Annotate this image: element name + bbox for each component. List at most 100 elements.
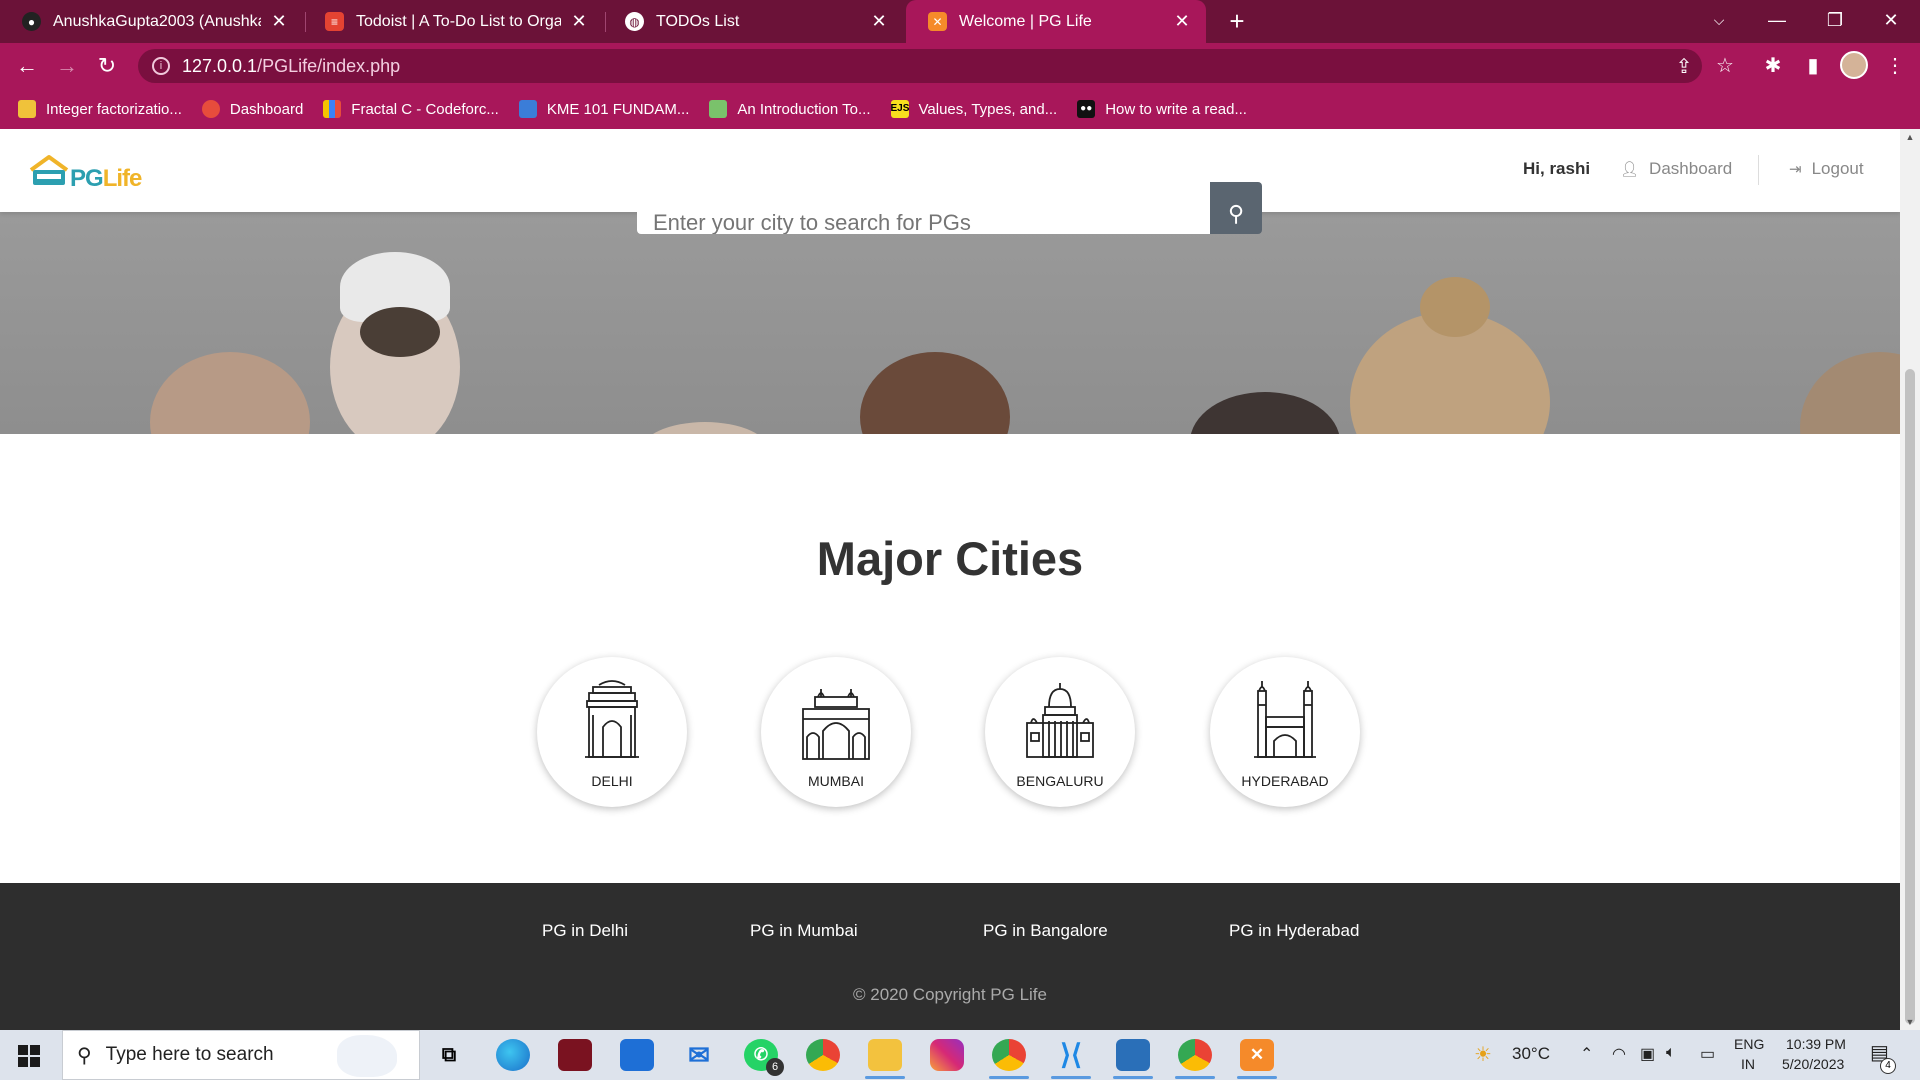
bookmark-label: Values, Types, and... [918,100,1058,118]
browser-tab-pglife[interactable]: ✕ Welcome | PG Life ✕ [906,0,1206,43]
classroom-icon [518,100,537,118]
bookmark-label: An Introduction To... [737,100,871,118]
vscode-icon[interactable]: ⟩⟨ [1054,1039,1088,1071]
browser-menu-icon[interactable]: ⋮ [1880,51,1910,81]
chrome-active-icon[interactable] [1178,1039,1212,1071]
copyright-text: © 2020 Copyright PG Life [853,985,1047,1004]
bookmark-item[interactable]: EJS Values, Types, and... [890,100,1058,118]
show-hidden-icons-chevron-icon[interactable]: ⌃ [1580,1044,1593,1064]
bookmark-star-icon[interactable]: ☆ [1710,51,1740,81]
footer-link-bangalore[interactable]: PG in Bangalore [983,921,1108,941]
scroll-down-arrow-icon[interactable]: ▼ [1900,1014,1920,1030]
footer-link-hyderabad[interactable]: PG in Hyderabad [1229,921,1359,941]
new-tab-button[interactable]: + [1222,6,1252,36]
running-indicator [1113,1076,1153,1079]
photos-icon[interactable] [1116,1039,1150,1071]
browser-tab-todos[interactable]: ◍ TODOs List ✕ [603,0,903,43]
terminal-app-icon[interactable] [558,1039,592,1071]
city-card-hyderabad[interactable]: HYDERABAD [1210,657,1360,807]
browser-tab-github[interactable]: ● AnushkaGupta2003 (Anushka Gu ✕ [0,0,303,43]
pglife-logo[interactable]: PGLife [28,153,148,193]
search-icon: ⚲ [77,1044,92,1067]
mail-icon[interactable]: ✉ [682,1039,716,1071]
forward-arrow-icon[interactable]: → [52,51,82,81]
banner-person [1190,392,1340,434]
share-icon[interactable]: ⇪ [1672,54,1696,78]
clock-time[interactable]: 10:39 PM [1786,1036,1846,1052]
user-greeting: Hi, rashi [1523,159,1591,178]
windows-taskbar: ⚲ Type here to search ⧉ ✉ ✆ 6 ⟩⟨ ✕ ☀ 30°… [0,1030,1920,1080]
site-info-icon[interactable]: i [152,57,170,75]
battery-icon[interactable]: ▭ [1700,1044,1715,1064]
bookmark-label: Dashboard [229,100,304,118]
bookmark-item[interactable]: Dashboard [201,100,304,118]
file-explorer-icon[interactable] [868,1039,902,1071]
bookmark-item[interactable]: Fractal C - Codeforc... [323,100,499,118]
language-indicator[interactable]: ENG [1734,1036,1764,1052]
tab-search-chevron-icon[interactable]: ⌵ [1690,0,1748,40]
nav-dashboard-label: Dashboard [1649,159,1733,178]
profile-avatar[interactable] [1840,51,1868,79]
task-view-icon[interactable]: ⧉ [432,1039,466,1071]
wifi-icon[interactable]: ◠ [1612,1044,1626,1064]
major-cities-heading: Major Cities [816,532,1084,585]
chrome-icon[interactable] [806,1039,840,1071]
scroll-up-arrow-icon[interactable]: ▲ [1900,129,1920,145]
charminar-icon [1254,681,1316,758]
city-name: DELHI [591,773,633,789]
page-scrollbar[interactable]: ▲ ▼ [1900,129,1920,1030]
restore-button[interactable]: ❐ [1806,0,1864,40]
tab-title: AnushkaGupta2003 (Anushka Gu [53,12,261,30]
footer-link-delhi[interactable]: PG in Delhi [542,921,628,941]
instagram-icon[interactable] [930,1039,964,1071]
bookmark-item[interactable]: Integer factorizatio... [18,100,182,118]
city-search-input[interactable] [637,182,1210,234]
banner-person [860,352,1010,434]
close-window-button[interactable]: ✕ [1862,0,1920,40]
city-card-bengaluru[interactable]: BENGALURU [985,657,1135,807]
running-indicator [1237,1076,1277,1079]
bookmark-item[interactable]: KME 101 FUNDAM... [518,100,689,118]
medium-icon: ●● [1077,100,1096,118]
browser-toolbar: ← → ↻ i 127.0.0.1/PGLife/index.php ⇪ ☆ ✱… [0,43,1920,89]
region-indicator: IN [1741,1056,1755,1072]
tab-close-icon[interactable]: ✕ [869,11,889,32]
scrollbar-thumb[interactable] [1905,369,1915,1024]
footer-link-mumbai[interactable]: PG in Mumbai [750,921,858,941]
side-panel-icon[interactable]: ▮ [1798,51,1828,81]
xampp-icon[interactable]: ✕ [1240,1039,1274,1071]
tab-close-icon[interactable]: ✕ [569,11,589,32]
back-arrow-icon[interactable]: ← [12,51,42,81]
search-button[interactable]: ⚲ [1210,182,1262,234]
notification-badge: 4 [1880,1058,1896,1074]
city-name: HYDERABAD [1241,773,1329,789]
tab-title: TODOs List [656,12,740,30]
city-card-delhi[interactable]: DELHI [537,657,687,807]
extensions-puzzle-icon[interactable]: ✱ [1758,51,1788,81]
logo-life: Life [102,165,143,192]
address-bar[interactable]: i 127.0.0.1/PGLife/index.php ⇪ [138,49,1702,83]
bookmark-favicon-icon [201,100,220,118]
nav-logout-link[interactable]: ⇥ Logout [1789,159,1864,179]
weather-icon[interactable]: ☀ [1474,1042,1492,1067]
temperature[interactable]: 30°C [1512,1044,1550,1064]
chrome-profile-icon[interactable] [992,1039,1026,1071]
tab-close-icon[interactable]: ✕ [269,11,289,32]
tab-close-icon[interactable]: ✕ [1172,11,1192,32]
minimize-button[interactable]: — [1748,0,1806,40]
reload-icon[interactable]: ↻ [92,51,122,81]
banner-person [640,422,770,434]
bookmark-item[interactable]: ●● How to write a read... [1077,100,1247,118]
city-card-mumbai[interactable]: MUMBAI [761,657,911,807]
microsoft-store-icon[interactable] [620,1039,654,1071]
bookmark-item[interactable]: An Introduction To... [709,100,871,118]
meet-now-icon[interactable]: ▣ [1640,1044,1655,1064]
volume-icon[interactable]: 🔈︎ [1666,1044,1676,1062]
windows-start-icon[interactable] [18,1045,40,1067]
nav-dashboard-link[interactable]: 👤︎ Dashboard [1620,159,1732,179]
browser-tab-todoist[interactable]: ≡ Todoist | A To-Do List to Organize ✕ [303,0,603,43]
city-name: MUMBAI [808,773,864,789]
edge-icon[interactable] [496,1039,530,1071]
tab-title: Welcome | PG Life [959,12,1092,30]
taskbar-search-box[interactable]: ⚲ Type here to search [62,1030,420,1080]
